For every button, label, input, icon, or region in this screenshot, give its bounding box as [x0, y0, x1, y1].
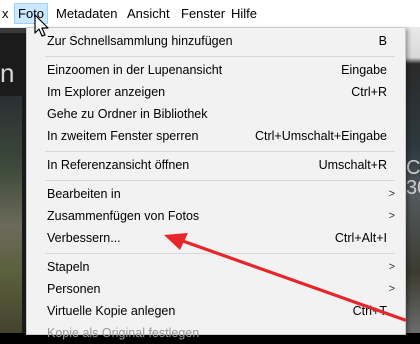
- background-text-right: C 30: [406, 157, 420, 199]
- background-photo-left: [0, 96, 22, 333]
- menu-item-shortcut: B: [378, 34, 387, 48]
- menu-item-shortcut: Ctrl+Umschalt+Eingabe: [254, 129, 387, 143]
- menu-item-label: Zur Schnellsammlung hinzufügen: [47, 34, 233, 48]
- separator: [45, 56, 395, 57]
- menu-item-label: Einzoomen in der Lupenansicht: [47, 63, 223, 77]
- menu-item-label: Im Explorer anzeigen: [47, 85, 166, 99]
- menu-item-bearbeiten-in[interactable]: Bearbeiten in >: [27, 183, 405, 205]
- menu-item-einzoomen[interactable]: Einzoomen in der Lupenansicht Eingabe: [27, 59, 405, 81]
- submenu-chevron-icon: >: [388, 188, 395, 200]
- menu-item-label: Stapeln: [47, 260, 90, 274]
- menu-item-label: Gehe zu Ordner in Bibliothek: [47, 107, 208, 121]
- background-text-left: n: [0, 58, 15, 88]
- menu-item-gehe-zu-ordner[interactable]: Gehe zu Ordner in Bibliothek: [27, 103, 405, 125]
- menu-prev-cut[interactable]: x: [0, 4, 12, 23]
- menu-item-label: In Referenzansicht öffnen: [47, 158, 190, 172]
- menu-item-zweites-fenster[interactable]: In zweitem Fenster sperren Ctrl+Umschalt…: [27, 125, 405, 147]
- menu-item-shortcut: Ctrl+R: [351, 85, 387, 99]
- menu-ansicht[interactable]: Ansicht: [124, 4, 173, 23]
- menu-item-referenzansicht[interactable]: In Referenzansicht öffnen Umschalt+R: [27, 154, 405, 176]
- annotation-arrow: [164, 233, 407, 322]
- menu-fenster[interactable]: Fenster: [178, 4, 228, 23]
- menu-item-label: Kopie als Original festlegen: [47, 326, 200, 340]
- menubar: x Foto Metadaten Ansicht Fenster Hilfe: [0, 0, 420, 28]
- menu-metadaten[interactable]: Metadaten: [53, 4, 120, 23]
- mouse-pointer-icon: [34, 14, 49, 37]
- menu-item-kopie-als-original[interactable]: Kopie als Original festlegen: [27, 322, 405, 344]
- menu-item-explorer[interactable]: Im Explorer anzeigen Ctrl+R: [27, 81, 405, 103]
- menu-item-shortcut: Eingabe: [341, 63, 387, 77]
- menu-item-schnellsammlung[interactable]: Zur Schnellsammlung hinzufügen B: [27, 30, 405, 52]
- submenu-chevron-icon: >: [388, 210, 395, 222]
- menu-item-zusammenfuegen[interactable]: Zusammenfügen von Fotos >: [27, 205, 405, 227]
- menu-item-label: Bearbeiten in: [47, 187, 121, 201]
- menu-item-label: Verbessern...: [47, 231, 121, 245]
- menu-hilfe[interactable]: Hilfe: [228, 4, 260, 23]
- separator: [45, 151, 395, 152]
- menu-item-shortcut: Umschalt+R: [318, 158, 387, 172]
- menu-item-label: Personen: [47, 282, 101, 296]
- menu-item-label: In zweitem Fenster sperren: [47, 129, 199, 143]
- menu-item-label: Zusammenfügen von Fotos: [47, 209, 200, 223]
- separator: [45, 180, 395, 181]
